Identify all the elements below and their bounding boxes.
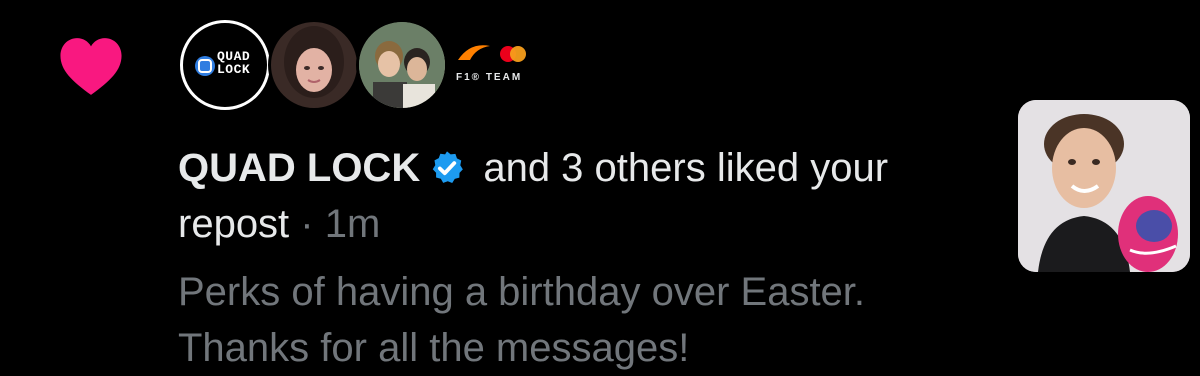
action-text: and 3 others liked your — [472, 146, 889, 190]
reposted-post-text[interactable]: Perks of having a birthday over Easter. … — [178, 264, 978, 376]
notification-text: QUAD LOCK and 3 others liked your repost… — [178, 140, 978, 376]
separator: · — [289, 202, 325, 246]
actor-name[interactable]: QUAD LOCK — [178, 146, 420, 190]
quad-lock-logo-text: QUAD LOCK — [217, 49, 251, 77]
like-notification[interactable]: QUAD LOCK F1® TEAM QUAD LOCK and 3 other… — [0, 0, 1200, 376]
notification-headline: QUAD LOCK and 3 others liked your — [178, 140, 978, 196]
verified-badge-icon — [432, 151, 464, 184]
post-thumbnail[interactable] — [1018, 100, 1190, 272]
post-text-line-2: Thanks for all the messages! — [178, 326, 690, 370]
person-photo-2 — [359, 22, 445, 108]
f1-team-avatar[interactable]: F1® TEAM — [452, 42, 534, 88]
object-text: repost — [178, 202, 290, 246]
heart-icon — [60, 38, 122, 95]
person-photo-1 — [284, 26, 344, 98]
quad-lock-avatar[interactable]: QUAD LOCK — [180, 20, 270, 110]
f1-team-label: F1® TEAM — [456, 72, 523, 83]
f1-team-logo-icon — [458, 45, 526, 62]
user-avatar-1[interactable] — [268, 19, 360, 111]
user-avatar-2[interactable] — [356, 19, 448, 111]
post-photo — [1018, 100, 1190, 272]
timestamp: 1m — [324, 202, 381, 246]
post-text-line-1: Perks of having a birthday over Easter. — [178, 270, 866, 314]
notification-subline: repost · 1m — [178, 196, 978, 252]
